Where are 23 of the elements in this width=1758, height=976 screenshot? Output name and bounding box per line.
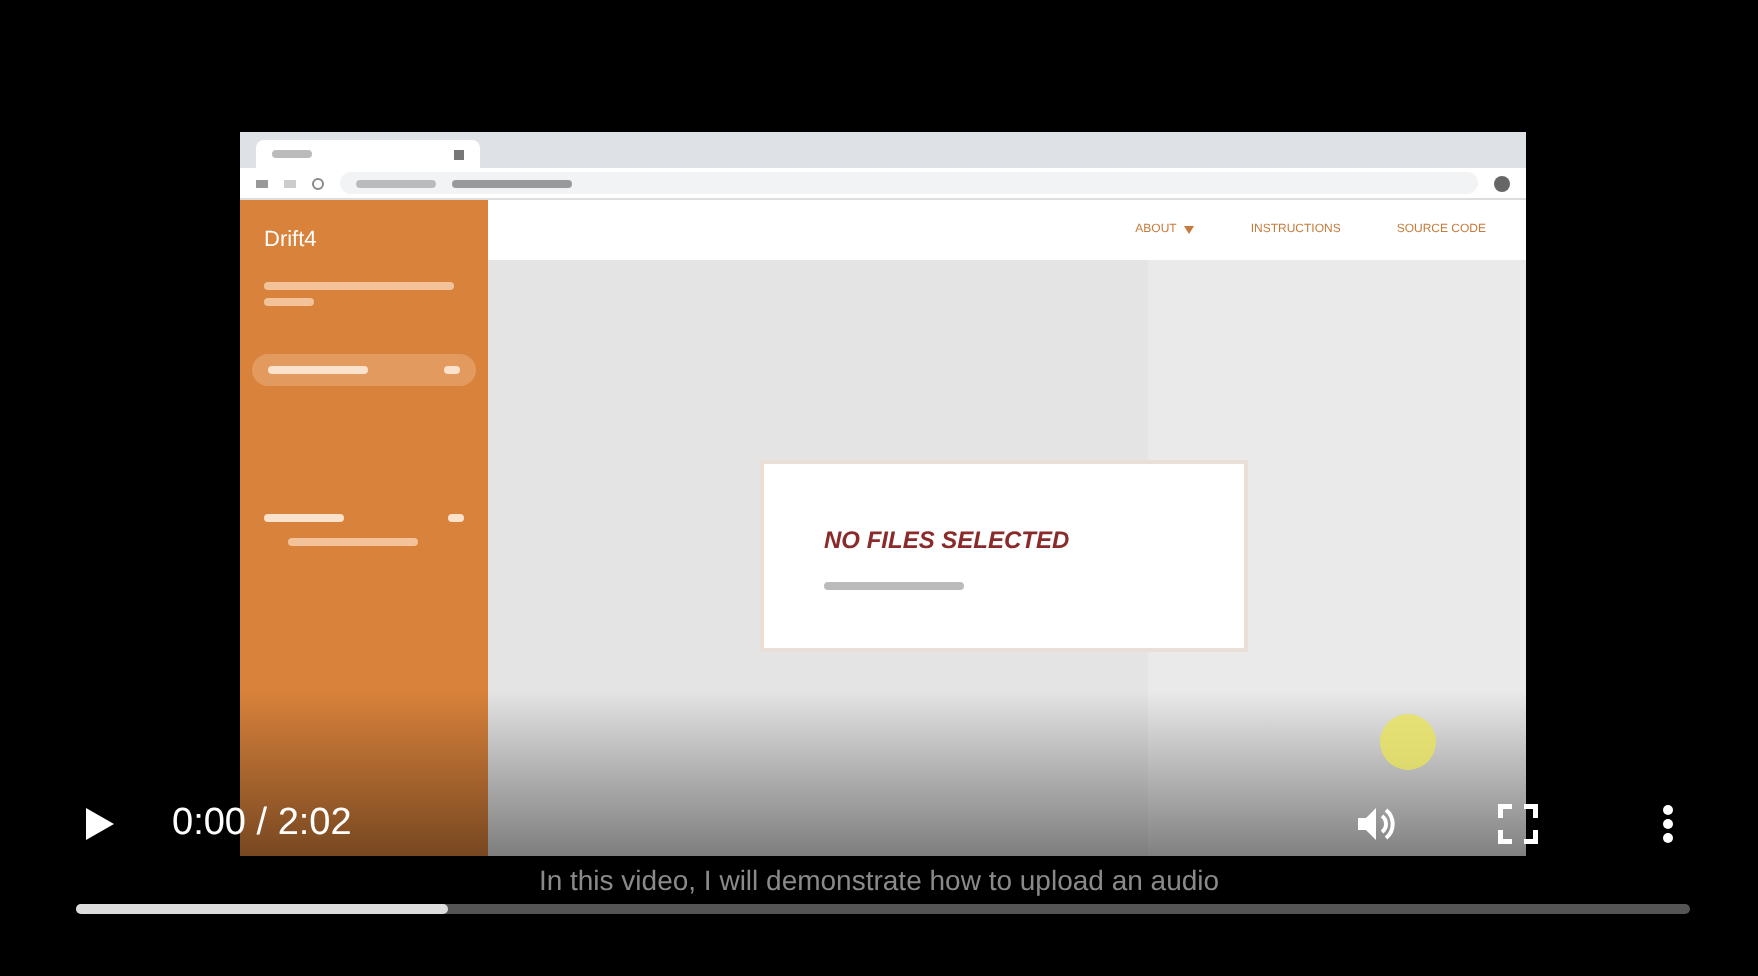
time-display: 0:00 / 2:02 — [172, 799, 352, 848]
blurred-text-line — [264, 297, 314, 305]
volume-icon[interactable] — [1354, 804, 1398, 844]
blurred-text-line — [288, 537, 418, 545]
progress-track[interactable] — [76, 904, 1690, 914]
blurred-text-line — [448, 513, 464, 521]
fullscreen-icon[interactable] — [1498, 804, 1538, 844]
blurred-text-line — [824, 582, 964, 590]
play-icon[interactable] — [84, 806, 116, 842]
blurred-text-line — [444, 365, 460, 373]
blurred-text-line — [264, 513, 344, 521]
browser-tab[interactable] — [256, 140, 480, 168]
app-title: Drift4 — [264, 226, 319, 256]
caption-text: In this video, I will demonstrate how to upload an audio — [538, 864, 1220, 896]
url-field[interactable] — [340, 172, 1478, 194]
blurred-text-line — [356, 179, 436, 187]
empty-state-heading: NO FILES SELECTED — [824, 524, 1072, 558]
blurred-text-line — [272, 150, 312, 158]
more-options-icon[interactable] — [1662, 804, 1674, 844]
upload-button[interactable] — [252, 353, 476, 385]
blurred-text-line — [268, 365, 368, 373]
blurred-text-line — [452, 179, 572, 187]
caret-icon — [1184, 226, 1195, 234]
